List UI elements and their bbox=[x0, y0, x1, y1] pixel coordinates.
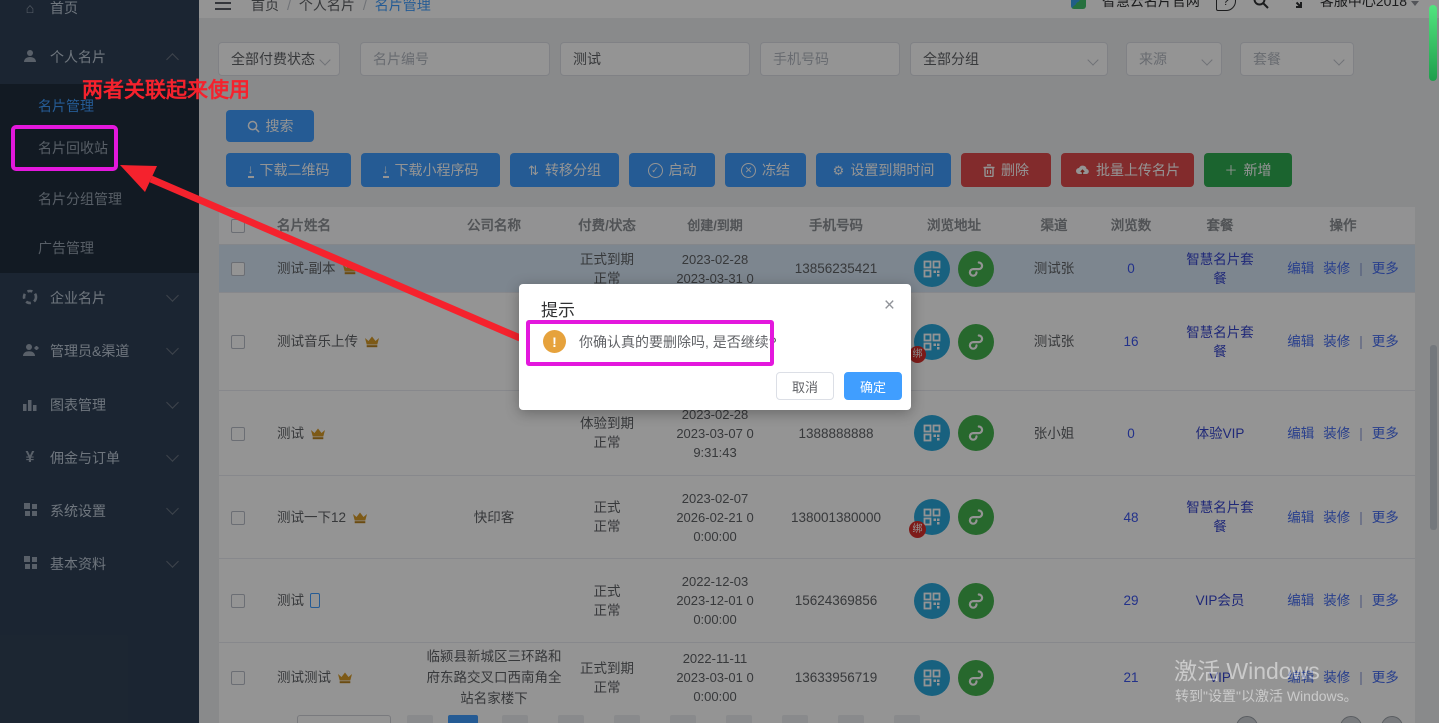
page-scrollbar-thumb[interactable] bbox=[1429, 5, 1437, 81]
cancel-button[interactable]: 取消 bbox=[776, 372, 834, 400]
annotation-note: 两者关联起来使用 bbox=[82, 74, 250, 104]
close-icon[interactable]: × bbox=[884, 296, 895, 315]
annotation-box-recycle bbox=[11, 125, 118, 171]
table-scrollbar-thumb[interactable] bbox=[1430, 345, 1437, 530]
dialog-title: 提示 bbox=[541, 296, 575, 321]
app-root: ⌂ 首页 个人名片 名片管理 名片回收站 名片分组管理 广告管理 企业名片 bbox=[0, 0, 1439, 723]
annotation-box-message bbox=[526, 320, 774, 366]
confirm-button[interactable]: 确定 bbox=[844, 372, 902, 400]
